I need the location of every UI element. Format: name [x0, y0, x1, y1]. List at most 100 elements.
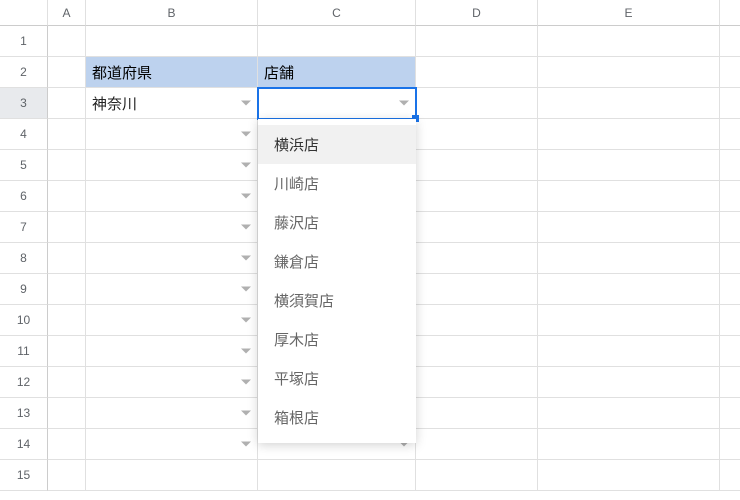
cell-D12[interactable]	[416, 367, 538, 398]
cell-B4[interactable]	[86, 119, 258, 150]
cell-B14[interactable]	[86, 429, 258, 460]
cell-E1[interactable]	[538, 26, 720, 57]
cell-E14[interactable]	[538, 429, 720, 460]
cell-E13[interactable]	[538, 398, 720, 429]
cell-B13[interactable]	[86, 398, 258, 429]
cell-overflow[interactable]	[720, 119, 740, 150]
cell-C1[interactable]	[258, 26, 416, 57]
row-header-12[interactable]: 12	[0, 367, 48, 398]
cell-B10[interactable]	[86, 305, 258, 336]
col-header-D[interactable]: D	[416, 0, 538, 26]
row-header-2[interactable]: 2	[0, 57, 48, 88]
row-header-9[interactable]: 9	[0, 274, 48, 305]
row-header-7[interactable]: 7	[0, 212, 48, 243]
cell-E4[interactable]	[538, 119, 720, 150]
dropdown-arrow-icon[interactable]	[241, 442, 251, 447]
cell-C3[interactable]	[258, 88, 416, 119]
dropdown-option[interactable]: 藤沢店	[258, 203, 416, 242]
cell-B11[interactable]	[86, 336, 258, 367]
row-header-15[interactable]: 15	[0, 460, 48, 491]
col-header-C[interactable]: C	[258, 0, 416, 26]
cell-overflow[interactable]	[720, 212, 740, 243]
dropdown-arrow-icon[interactable]	[241, 318, 251, 323]
cell-E9[interactable]	[538, 274, 720, 305]
dropdown-arrow-icon[interactable]	[241, 101, 251, 106]
dropdown-option[interactable]: 箱根店	[258, 398, 416, 437]
cell-overflow[interactable]	[720, 367, 740, 398]
cell-A12[interactable]	[48, 367, 86, 398]
cell-D10[interactable]	[416, 305, 538, 336]
row-header-3[interactable]: 3	[0, 88, 48, 119]
cell-A2[interactable]	[48, 57, 86, 88]
cell-overflow[interactable]	[720, 26, 740, 57]
dropdown-option[interactable]: 厚木店	[258, 320, 416, 359]
cell-D8[interactable]	[416, 243, 538, 274]
cell-overflow[interactable]	[720, 88, 740, 119]
cell-B2[interactable]: 都道府県	[86, 57, 258, 88]
col-header-A[interactable]: A	[48, 0, 86, 26]
cell-B9[interactable]	[86, 274, 258, 305]
cell-A15[interactable]	[48, 460, 86, 491]
cell-B1[interactable]	[86, 26, 258, 57]
cell-B12[interactable]	[86, 367, 258, 398]
cell-D13[interactable]	[416, 398, 538, 429]
cell-A9[interactable]	[48, 274, 86, 305]
row-header-6[interactable]: 6	[0, 181, 48, 212]
row-header-13[interactable]: 13	[0, 398, 48, 429]
cell-B7[interactable]	[86, 212, 258, 243]
col-header-B[interactable]: B	[86, 0, 258, 26]
cell-D14[interactable]	[416, 429, 538, 460]
cell-B3[interactable]: 神奈川	[86, 88, 258, 119]
cell-C15[interactable]	[258, 460, 416, 491]
cell-A5[interactable]	[48, 150, 86, 181]
cell-B15[interactable]	[86, 460, 258, 491]
cell-overflow[interactable]	[720, 243, 740, 274]
cell-D7[interactable]	[416, 212, 538, 243]
cell-B6[interactable]	[86, 181, 258, 212]
dropdown-arrow-icon[interactable]	[241, 132, 251, 137]
cell-overflow[interactable]	[720, 274, 740, 305]
dropdown-option[interactable]: 横須賀店	[258, 281, 416, 320]
dropdown-option[interactable]: 平塚店	[258, 359, 416, 398]
cell-overflow[interactable]	[720, 181, 740, 212]
row-header-10[interactable]: 10	[0, 305, 48, 336]
cell-E15[interactable]	[538, 460, 720, 491]
row-header-14[interactable]: 14	[0, 429, 48, 460]
cell-overflow[interactable]	[720, 398, 740, 429]
cell-D9[interactable]	[416, 274, 538, 305]
data-validation-dropdown[interactable]: 横浜店川崎店藤沢店鎌倉店横須賀店厚木店平塚店箱根店	[258, 119, 416, 443]
cell-B5[interactable]	[86, 150, 258, 181]
cell-A11[interactable]	[48, 336, 86, 367]
cell-overflow[interactable]	[720, 336, 740, 367]
cell-overflow[interactable]	[720, 150, 740, 181]
cell-E5[interactable]	[538, 150, 720, 181]
cell-E6[interactable]	[538, 181, 720, 212]
dropdown-option[interactable]: 川崎店	[258, 164, 416, 203]
cell-D3[interactable]	[416, 88, 538, 119]
cell-overflow[interactable]	[720, 305, 740, 336]
cell-A1[interactable]	[48, 26, 86, 57]
row-header-4[interactable]: 4	[0, 119, 48, 150]
cell-overflow[interactable]	[720, 57, 740, 88]
cell-A13[interactable]	[48, 398, 86, 429]
cell-E11[interactable]	[538, 336, 720, 367]
dropdown-arrow-icon[interactable]	[399, 101, 409, 106]
cell-D1[interactable]	[416, 26, 538, 57]
dropdown-arrow-icon[interactable]	[241, 256, 251, 261]
cell-A14[interactable]	[48, 429, 86, 460]
dropdown-arrow-icon[interactable]	[241, 287, 251, 292]
cell-D15[interactable]	[416, 460, 538, 491]
cell-D11[interactable]	[416, 336, 538, 367]
cell-A4[interactable]	[48, 119, 86, 150]
select-all-corner[interactable]	[0, 0, 48, 26]
cell-E10[interactable]	[538, 305, 720, 336]
dropdown-arrow-icon[interactable]	[241, 411, 251, 416]
cell-overflow[interactable]	[720, 429, 740, 460]
cell-E8[interactable]	[538, 243, 720, 274]
cell-A10[interactable]	[48, 305, 86, 336]
cell-E3[interactable]	[538, 88, 720, 119]
cell-A3[interactable]	[48, 88, 86, 119]
col-header-overflow[interactable]	[720, 0, 740, 26]
cell-B8[interactable]	[86, 243, 258, 274]
cell-C2[interactable]: 店舗	[258, 57, 416, 88]
